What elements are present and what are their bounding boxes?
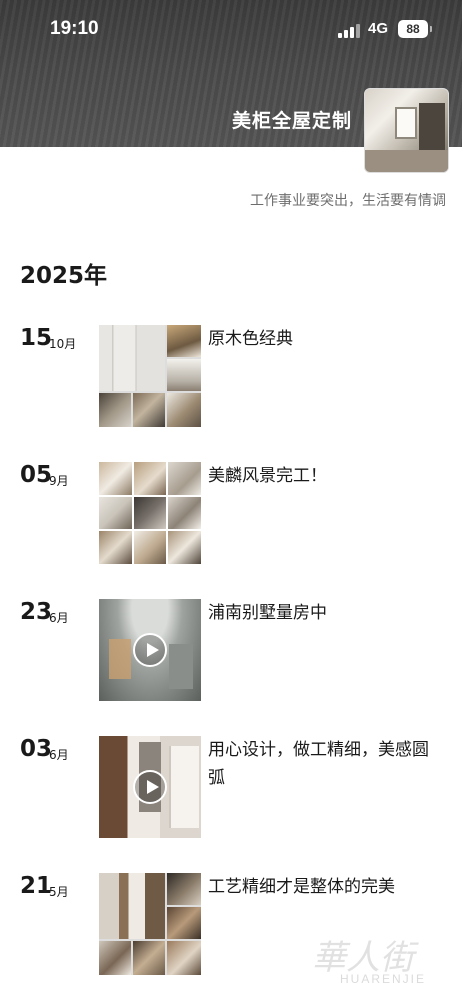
post-month: 10月	[49, 337, 77, 351]
battery-icon: 88	[398, 20, 428, 38]
avatar-window	[395, 107, 417, 139]
watermark: 華人街 HUARENJIE	[312, 930, 452, 992]
year-header: 2025年	[20, 263, 108, 289]
profile-signature: 工作事业要突出，生活要有情调	[250, 193, 446, 209]
post-day: 05	[20, 462, 53, 488]
post-month: 6月	[49, 748, 69, 762]
post-month: 6月	[49, 611, 69, 625]
photo-grid	[99, 462, 201, 564]
avatar-floor	[365, 150, 448, 172]
post-text: 工艺精细才是整体的完美	[208, 877, 395, 897]
play-icon[interactable]	[133, 770, 167, 804]
status-bar: 19:10 4G 88	[0, 0, 462, 62]
status-time: 19:10	[50, 18, 99, 39]
play-icon[interactable]	[133, 633, 167, 667]
post-thumbnail[interactable]	[99, 873, 201, 975]
post-day: 21	[20, 873, 53, 899]
battery-tip	[430, 26, 432, 32]
post-month: 5月	[49, 885, 69, 899]
post-text: 原木色经典	[208, 329, 293, 349]
post-month: 9月	[49, 474, 69, 488]
post-video-thumbnail[interactable]	[99, 736, 201, 838]
post-thumbnail[interactable]	[99, 462, 201, 564]
post-text: 用心设计，做工精细，美感圆弧	[208, 740, 429, 788]
post-thumbnail[interactable]	[99, 325, 201, 427]
moment-post[interactable]: 03 6月 用心设计，做工精细，美感圆弧	[0, 736, 462, 840]
post-day: 15	[20, 325, 53, 351]
post-text: 美麟风景完工！	[208, 466, 327, 486]
network-type: 4G	[368, 20, 389, 37]
post-text: 浦南别墅量房中	[208, 603, 327, 623]
watermark-english: HUARENJIE	[340, 972, 427, 986]
post-day: 03	[20, 736, 53, 762]
moment-post[interactable]: 23 6月 浦南别墅量房中	[0, 599, 462, 703]
moment-post[interactable]: 15 10月 原木色经典	[0, 325, 462, 429]
post-video-thumbnail[interactable]	[99, 599, 201, 701]
post-day: 23	[20, 599, 53, 625]
cellular-signal-icon	[338, 24, 360, 38]
moment-post[interactable]: 05 9月 美麟风景完工！	[0, 462, 462, 566]
profile-name[interactable]: 美柜全屋定制	[232, 106, 352, 133]
avatar[interactable]	[364, 88, 449, 173]
